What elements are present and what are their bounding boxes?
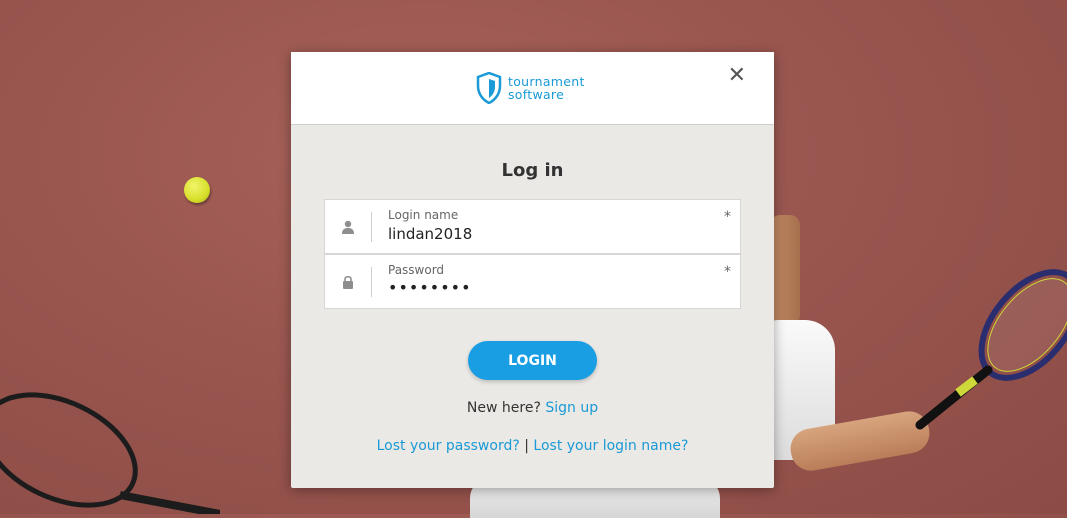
- dialog-header: tournament software ✕: [291, 52, 774, 125]
- brand-line-2: software: [508, 87, 565, 102]
- close-icon: ✕: [727, 63, 746, 88]
- field-divider: [371, 267, 372, 297]
- password-field[interactable]: Password •••••••• *: [324, 254, 741, 309]
- brand-name: tournament software: [508, 75, 585, 101]
- password-label: Password: [388, 263, 445, 277]
- login-name-field[interactable]: Login name *: [324, 199, 741, 254]
- brand-logo: tournament software: [476, 72, 585, 104]
- lost-password-link[interactable]: Lost your password?: [377, 438, 520, 454]
- signup-prompt: New here? Sign up: [291, 400, 774, 416]
- lost-login-name-link[interactable]: Lost your login name?: [533, 438, 688, 454]
- required-marker: *: [724, 264, 731, 280]
- lock-icon: [325, 255, 371, 308]
- sign-up-link[interactable]: Sign up: [545, 400, 598, 416]
- login-name-label: Login name: [388, 208, 459, 222]
- new-here-text: New here?: [466, 400, 541, 416]
- racket-left: [0, 392, 220, 514]
- link-separator: |: [524, 438, 529, 454]
- login-button[interactable]: LOGIN: [468, 341, 597, 380]
- shield-logo-icon: [476, 72, 502, 104]
- recovery-links: Lost your password? | Lost your login na…: [291, 438, 774, 454]
- login-dialog: tournament software ✕ Log in Login name …: [291, 52, 774, 488]
- user-icon: [325, 200, 371, 253]
- tennis-ball: [184, 177, 210, 203]
- field-divider: [371, 212, 372, 242]
- required-marker: *: [724, 209, 731, 225]
- close-button[interactable]: ✕: [727, 63, 746, 88]
- player-figure: [770, 215, 800, 325]
- password-input[interactable]: ••••••••: [388, 278, 708, 297]
- racket-right: [915, 269, 1067, 430]
- login-name-input[interactable]: [388, 225, 708, 243]
- dialog-title: Log in: [501, 160, 564, 181]
